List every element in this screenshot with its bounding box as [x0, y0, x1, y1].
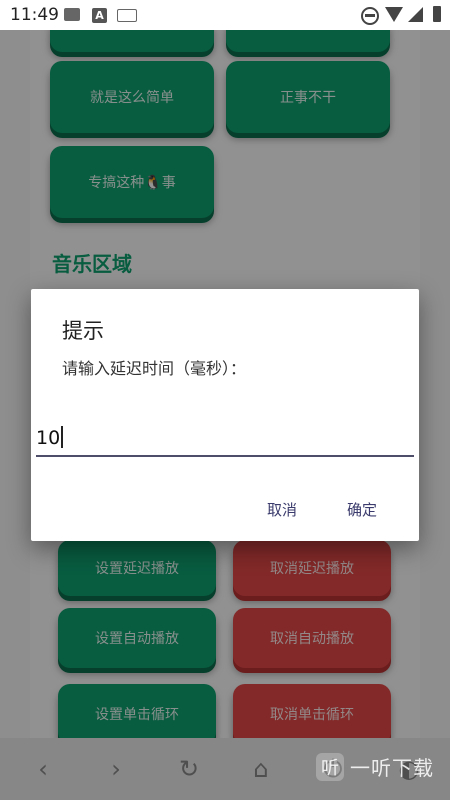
- cancel-button[interactable]: 取消: [261, 495, 303, 524]
- dialog-title: 提示: [62, 319, 104, 343]
- image-icon: [64, 8, 80, 21]
- input-value: 10: [36, 427, 61, 449]
- wifi-icon: [385, 7, 403, 22]
- battery-icon: [433, 6, 441, 22]
- dialog-message: 请输入延迟时间（毫秒）：: [62, 359, 247, 378]
- confirm-button[interactable]: 确定: [341, 495, 383, 524]
- a-icon: A: [92, 8, 107, 23]
- watermark: 听 一听下载: [316, 752, 434, 781]
- watermark-text: 一听下载: [350, 756, 434, 780]
- signal-icon: [408, 7, 423, 22]
- status-time: 11:49: [10, 5, 59, 25]
- status-bar: 11:49 A: [0, 0, 450, 30]
- delay-input-dialog: 提示 请输入延迟时间（毫秒）： 10 取消 确定: [31, 289, 419, 541]
- watermark-logo-icon: 听: [316, 752, 344, 781]
- do-not-disturb-icon: [361, 7, 379, 25]
- text-caret: [61, 426, 64, 448]
- keyboard-icon: [117, 9, 137, 22]
- delay-time-input[interactable]: 10: [36, 421, 414, 457]
